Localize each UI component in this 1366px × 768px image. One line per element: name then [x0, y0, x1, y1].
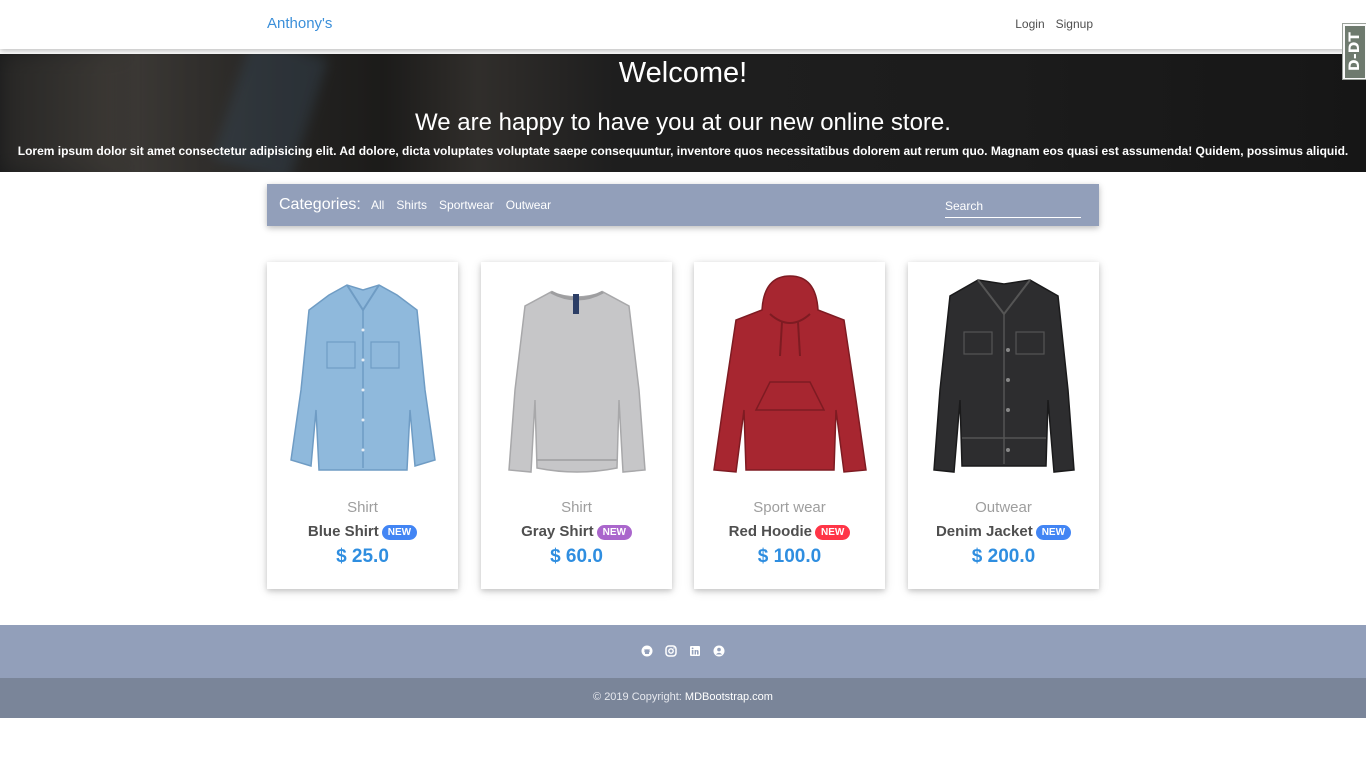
product-card[interactable]: Outwear Denim Jacket NEW $ 200.0 [908, 262, 1099, 589]
product-name[interactable]: Blue Shirt NEW [267, 523, 458, 540]
category-all[interactable]: All [371, 198, 384, 212]
product-title: Red Hoodie [728, 523, 812, 540]
red-hoodie-image[interactable] [694, 270, 885, 485]
product-name[interactable]: Gray Shirt NEW [481, 523, 672, 540]
footer-social-bar [0, 625, 1366, 678]
copyright-prefix: © 2019 Copyright: [593, 691, 682, 703]
debug-toolbar-handle[interactable]: D-DT [1342, 23, 1366, 80]
product-title: Blue Shirt [307, 523, 379, 540]
product-name[interactable]: Red Hoodie NEW [694, 523, 885, 540]
product-category: Outwear [975, 499, 1032, 516]
hero-subtitle: We are happy to have you at our new onli… [415, 109, 951, 136]
signup-link[interactable]: Signup [1056, 17, 1093, 31]
product-category: Shirt [347, 499, 378, 516]
social-links [0, 644, 1366, 662]
new-badge: NEW [381, 525, 418, 540]
new-badge: NEW [596, 525, 632, 540]
mdbootstrap-link[interactable]: MDBootstrap.com [685, 691, 773, 703]
blue-shirt-image[interactable] [267, 270, 458, 485]
debug-toolbar-label: D-DT [1345, 26, 1365, 78]
product-card[interactable]: Shirt Blue Shirt NEW $ 25.0 [267, 262, 458, 589]
new-badge: NEW [815, 525, 851, 540]
product-title: Gray Shirt [521, 523, 594, 540]
category-shirts[interactable]: Shirts [396, 198, 427, 212]
product-price: $ 25.0 [336, 546, 389, 567]
login-link[interactable]: Login [1015, 17, 1044, 31]
instagram-icon[interactable] [665, 644, 677, 662]
brand-link[interactable]: Anthony's [267, 15, 332, 32]
new-badge: NEW [1035, 525, 1072, 540]
product-category: Sport wear [753, 499, 826, 516]
denim-jacket-image[interactable] [908, 270, 1099, 485]
linkedin-icon[interactable] [689, 644, 701, 662]
category-outwear[interactable]: Outwear [506, 198, 551, 212]
search-input[interactable] [945, 194, 1081, 218]
product-name[interactable]: Denim Jacket NEW [908, 523, 1099, 540]
navbar: Anthony's Login Signup [0, 0, 1366, 49]
hero-text: Lorem ipsum dolor sit amet consectetur a… [17, 144, 1349, 158]
product-card[interactable]: Sport wear Red Hoodie NEW $ 100.0 [694, 262, 885, 589]
categories-label: Categories: [279, 196, 361, 213]
github-icon[interactable] [641, 644, 653, 662]
product-price: $ 100.0 [757, 546, 822, 567]
copyright-text: © 2019 Copyright: MDBootstrap.com [0, 691, 1366, 703]
nav-links: Login Signup [1015, 17, 1093, 31]
product-price: $ 200.0 [971, 546, 1036, 567]
category-links: All Shirts Sportwear Outwear [371, 198, 551, 212]
footer-copyright-bar: © 2019 Copyright: MDBootstrap.com [0, 678, 1366, 718]
category-sportwear[interactable]: Sportwear [439, 198, 494, 212]
gray-shirt-image[interactable] [481, 270, 672, 485]
product-card[interactable]: Shirt Gray Shirt NEW $ 60.0 [481, 262, 672, 589]
hero-banner: Welcome! We are happy to have you at our… [0, 54, 1366, 172]
hero-title: Welcome! [618, 57, 748, 89]
product-category: Shirt [561, 499, 592, 516]
category-bar: Categories: All Shirts Sportwear Outwear [267, 184, 1099, 226]
product-title: Denim Jacket [935, 523, 1033, 540]
user-circle-icon[interactable] [713, 644, 725, 662]
product-price: $ 60.0 [550, 546, 603, 567]
